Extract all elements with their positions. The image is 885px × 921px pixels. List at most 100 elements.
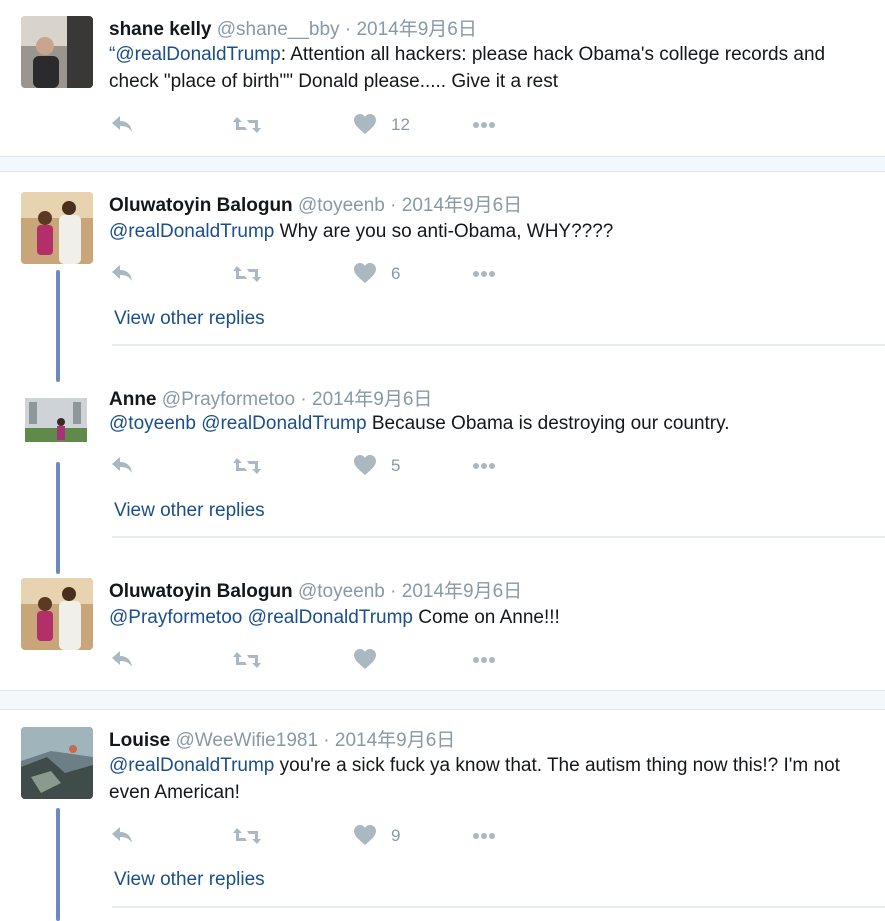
- tweet-4[interactable]: Oluwatoyin Balogun @toyeenb · 2014年9月6日 …: [0, 556, 885, 690]
- view-other-replies-link[interactable]: View other replies: [114, 308, 265, 330]
- avatar[interactable]: [21, 16, 93, 88]
- more-icon: [473, 463, 495, 469]
- user-handle[interactable]: @toyeenb: [298, 581, 385, 602]
- tweet-text: @realDonaldTrump Why are you so anti-Oba…: [109, 218, 869, 245]
- timestamp[interactable]: 2014年9月6日: [335, 730, 455, 751]
- tweet-header: shane kelly @shane__bby · 2014年9月6日: [109, 14, 477, 41]
- retweet-button[interactable]: [232, 113, 262, 137]
- heart-icon: [354, 825, 376, 845]
- separator-dot: ·: [390, 581, 397, 602]
- tweet-text: “@realDonaldTrump: Attention all hackers…: [109, 41, 869, 95]
- reply-icon: [112, 457, 132, 473]
- tweet-body-text: Because Obama is destroying our country.: [366, 413, 730, 434]
- reply-separator: [112, 536, 885, 538]
- user-handle[interactable]: @WeeWifie1981: [176, 730, 319, 751]
- more-button[interactable]: [472, 460, 496, 484]
- user-name[interactable]: Anne: [109, 389, 157, 410]
- tweet-header: Louise @WeeWifie1981 · 2014年9月6日: [109, 725, 455, 752]
- timestamp[interactable]: 2014年9月6日: [312, 389, 432, 410]
- tweet-text: @Prayformetoo @realDonaldTrump Come on A…: [109, 604, 869, 631]
- more-button[interactable]: [472, 830, 496, 854]
- like-button[interactable]: 5: [353, 454, 400, 478]
- tweet-body-text: Come on Anne!!!: [413, 607, 560, 628]
- tweet-body-text: Why are you so anti-Obama, WHY????: [274, 221, 614, 242]
- tweet-3[interactable]: Anne @Prayformetoo · 2014年9月6日 @toyeenb …: [0, 364, 885, 539]
- user-name[interactable]: Oluwatoyin Balogun: [109, 195, 293, 216]
- tweet-5[interactable]: Louise @WeeWifie1981 · 2014年9月6日 @realDo…: [0, 710, 885, 921]
- mention-link[interactable]: @realDonaldTrump: [201, 413, 366, 434]
- tweet-header: Oluwatoyin Balogun @toyeenb · 2014年9月6日: [109, 190, 522, 217]
- view-other-replies-link[interactable]: View other replies: [114, 500, 265, 522]
- tweet-header: Oluwatoyin Balogun @toyeenb · 2014年9月6日: [109, 576, 522, 603]
- mention-link[interactable]: “@realDonaldTrump: [109, 44, 281, 65]
- retweet-button[interactable]: [232, 648, 262, 672]
- heart-icon: [354, 649, 376, 669]
- user-handle[interactable]: @shane__bby: [217, 19, 340, 40]
- separator-dot: ·: [323, 730, 330, 751]
- tweet-text: @realDonaldTrump you're a sick fuck ya k…: [109, 752, 869, 806]
- user-name[interactable]: shane kelly: [109, 19, 211, 40]
- tweet-2[interactable]: Oluwatoyin Balogun @toyeenb · 2014年9月6日 …: [0, 172, 885, 347]
- more-button[interactable]: [472, 119, 496, 143]
- user-name[interactable]: Oluwatoyin Balogun: [109, 581, 293, 602]
- like-count: 12: [391, 115, 410, 134]
- retweet-button[interactable]: [232, 262, 262, 286]
- like-button[interactable]: 6: [353, 262, 400, 286]
- reply-button[interactable]: [110, 113, 134, 137]
- timestamp[interactable]: 2014年9月6日: [402, 581, 522, 602]
- retweet-icon: [233, 652, 261, 668]
- reply-button[interactable]: [110, 262, 134, 286]
- more-icon: [473, 833, 495, 839]
- like-button[interactable]: 12: [353, 113, 410, 137]
- tweet-text: @toyeenb @realDonaldTrump Because Obama …: [109, 410, 869, 437]
- user-name[interactable]: Louise: [109, 730, 170, 751]
- timestamp[interactable]: 2014年9月6日: [356, 19, 476, 40]
- reply-button[interactable]: [110, 648, 134, 672]
- reply-icon: [112, 265, 132, 281]
- conversation-divider: [0, 156, 885, 172]
- reply-button[interactable]: [110, 454, 134, 478]
- retweet-icon: [233, 458, 261, 474]
- retweet-icon: [233, 266, 261, 282]
- reply-separator: [112, 906, 885, 908]
- retweet-icon: [233, 828, 261, 844]
- more-button[interactable]: [472, 654, 496, 678]
- retweet-button[interactable]: [232, 824, 262, 848]
- more-icon: [473, 657, 495, 663]
- mention-link[interactable]: @realDonaldTrump: [248, 607, 413, 628]
- like-count: 6: [391, 264, 401, 283]
- reply-icon: [112, 651, 132, 667]
- mention-link[interactable]: @toyeenb: [109, 413, 196, 434]
- reply-button[interactable]: [110, 824, 134, 848]
- like-count: 5: [391, 456, 401, 475]
- more-button[interactable]: [472, 268, 496, 292]
- retweet-button[interactable]: [232, 454, 262, 478]
- heart-icon: [354, 114, 376, 134]
- more-icon: [473, 122, 495, 128]
- tweet-1[interactable]: shane kelly @shane__bby · 2014年9月6日 “@re…: [0, 0, 885, 156]
- separator-dot: ·: [300, 389, 307, 410]
- like-count: 9: [391, 826, 401, 845]
- mention-link[interactable]: @realDonaldTrump: [109, 221, 274, 242]
- heart-icon: [354, 263, 376, 283]
- heart-icon: [354, 455, 376, 475]
- more-icon: [473, 271, 495, 277]
- reply-icon: [112, 116, 132, 132]
- like-button[interactable]: 9: [353, 824, 400, 848]
- like-button[interactable]: [353, 648, 377, 672]
- reply-icon: [112, 827, 132, 843]
- reply-separator: [112, 344, 885, 346]
- mention-link[interactable]: @Prayformetoo: [109, 607, 242, 628]
- avatar[interactable]: [21, 727, 93, 799]
- user-handle[interactable]: @toyeenb: [298, 195, 385, 216]
- avatar[interactable]: [25, 392, 87, 448]
- separator-dot: ·: [344, 19, 352, 40]
- timestamp[interactable]: 2014年9月6日: [402, 195, 522, 216]
- user-handle[interactable]: @Prayformetoo: [162, 389, 295, 410]
- tweet-header: Anne @Prayformetoo · 2014年9月6日: [109, 384, 432, 411]
- mention-link[interactable]: @realDonaldTrump: [109, 755, 274, 776]
- avatar[interactable]: [21, 192, 93, 264]
- view-other-replies-link[interactable]: View other replies: [114, 869, 265, 891]
- avatar[interactable]: [21, 578, 93, 650]
- retweet-icon: [233, 117, 261, 133]
